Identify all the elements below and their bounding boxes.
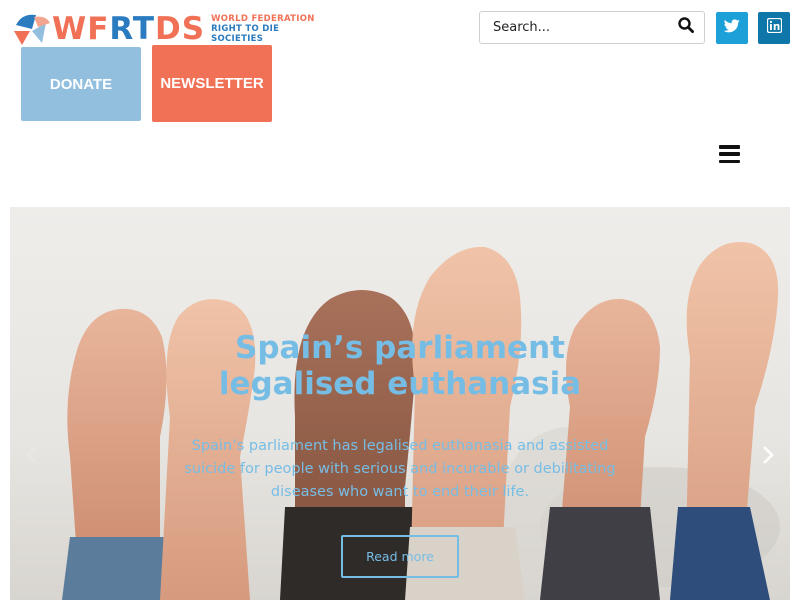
logo-mark-icon [12,11,54,47]
newsletter-button[interactable]: NEWSLETTER [152,45,272,122]
chevron-right-icon [762,445,774,470]
twitter-icon [723,18,740,38]
logo-subtitle: WORLD FEDERATION RIGHT TO DIE SOCIETIES [211,14,315,44]
donate-button[interactable]: DONATE [21,47,141,121]
hero-title: Spain’s parliament legalised euthanasia [218,330,582,402]
search-form [479,11,705,44]
slider-next-button[interactable] [758,445,778,469]
linkedin-link[interactable] [758,12,790,44]
twitter-link[interactable] [716,12,748,44]
search-input[interactable] [480,12,668,43]
hero-description: Spain’s parliament has legalised euthana… [184,438,616,500]
read-more-button[interactable]: Read more [341,535,459,578]
site-logo[interactable]: WFRTDS WORLD FEDERATION RIGHT TO DIE SOC… [12,10,324,48]
hero-slider: Spain’s parliament legalised euthanasia … [10,207,790,600]
linkedin-icon [766,17,782,38]
search-icon [678,17,695,38]
slider-prev-button[interactable] [22,445,42,469]
hamburger-menu-icon[interactable] [719,145,740,163]
search-button[interactable] [668,12,704,43]
logo-wordmark: WFRTDS [52,11,206,47]
chevron-left-icon [26,445,38,470]
